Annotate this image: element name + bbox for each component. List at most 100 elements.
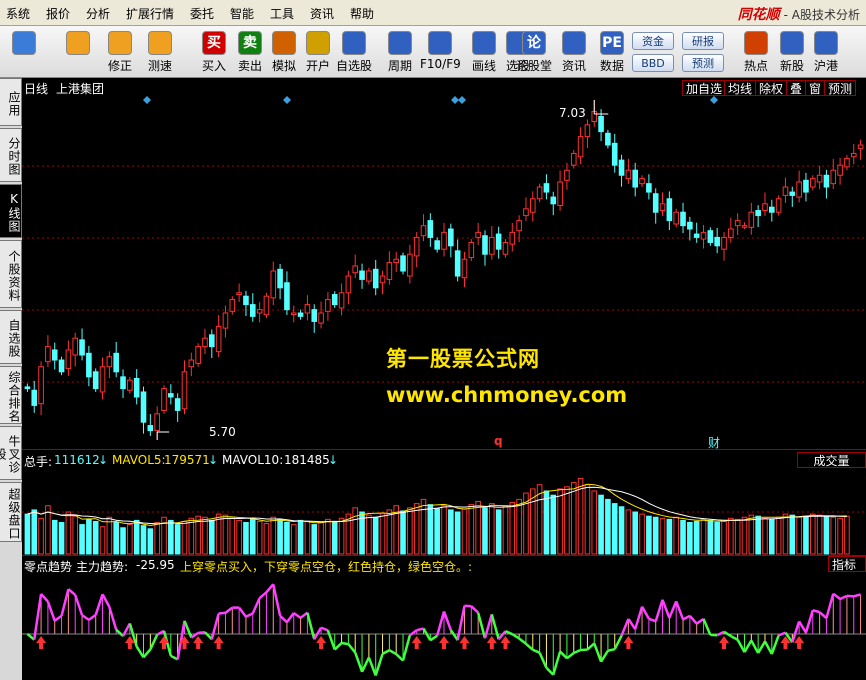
indicator-line [627, 618, 637, 630]
chart-canvas[interactable] [22, 78, 866, 680]
menu-quote[interactable]: 报价 [46, 5, 70, 22]
overlay-button[interactable]: 叠 [786, 80, 807, 96]
volume-bar [120, 527, 126, 555]
sidebar-tab-0[interactable]: 应用 [0, 78, 22, 126]
research-report-button[interactable]: 研报 [682, 32, 724, 50]
hammer-tool-button[interactable]: 模拟 [266, 28, 302, 76]
hk-tool-button[interactable]: 沪港 [808, 28, 844, 76]
pen-tool-button[interactable]: 画线 [466, 28, 502, 76]
buy-arrow-icon [36, 636, 47, 649]
indicator-line [238, 606, 247, 618]
buy-tool-button[interactable]: 买买入 [196, 28, 232, 76]
volume-bar [809, 513, 816, 555]
windows-grid-icon [12, 31, 36, 55]
indicator-line [374, 653, 384, 676]
news-tool-button[interactable]: 资讯 [556, 28, 592, 76]
menu-analysis[interactable]: 分析 [86, 5, 110, 22]
volume-bar [263, 523, 270, 555]
volume-bar [407, 507, 413, 555]
indicator-line [490, 613, 500, 640]
star-folder-tool-button[interactable]: 自选股 [336, 28, 372, 76]
pen-icon [472, 31, 496, 55]
candle-body [290, 312, 297, 316]
candle-body [639, 178, 645, 185]
sell-tool-button[interactable]: 卖卖出 [232, 28, 268, 76]
indicator-line [272, 583, 282, 617]
windows-grid-tool-button[interactable] [6, 28, 42, 76]
up-down-tool-button[interactable]: 修正 [102, 28, 138, 76]
indicator-line [108, 606, 118, 631]
volume-label: 总手: [24, 455, 53, 469]
add-favorite-button[interactable]: 加自选 [682, 80, 727, 96]
forecast-button[interactable]: 预测 [824, 80, 857, 96]
indicator-line [265, 583, 275, 594]
candle-body [509, 231, 516, 245]
candle-body [209, 334, 215, 348]
volume-bar [51, 519, 58, 555]
indicator-line [409, 629, 418, 637]
menu-system[interactable]: 系统 [6, 5, 30, 22]
candle-body [441, 231, 447, 250]
sidebar-tab-6[interactable]: 牛叉诊股 [0, 426, 22, 480]
menu-tools[interactable]: 工具 [270, 5, 294, 22]
volume-bar [202, 516, 208, 555]
menu-bar: 系统 报价 分析 扩展行情 委托 智能 工具 资讯 帮助 同花顺 - A股技术分析 [0, 0, 866, 26]
candle-body [256, 309, 263, 314]
indicator-line [416, 627, 424, 632]
panel-divider-indicator [22, 555, 866, 556]
volume-bar [209, 519, 215, 555]
bbd-button[interactable]: BBD [632, 54, 674, 72]
volume-bar [72, 515, 79, 555]
sidebar-tab-4[interactable]: 自选股 [0, 310, 22, 364]
candle-body [584, 124, 591, 138]
sidebar-tab-3[interactable]: 个股资料 [0, 240, 22, 308]
sidebar-tab-1[interactable]: 分时图 [0, 128, 22, 182]
candle-body [277, 268, 283, 289]
menu-smart[interactable]: 智能 [230, 5, 254, 22]
star-folder-icon [342, 31, 366, 55]
sidebar-tab-2[interactable]: K线图 [0, 184, 22, 238]
volume-bar [680, 519, 686, 555]
menu-extended[interactable]: 扩展行情 [126, 5, 174, 22]
forecast-tool-button[interactable]: 预测 [682, 54, 724, 72]
panel-divider-volume [22, 449, 866, 450]
period-clock-icon [388, 31, 412, 55]
window-button[interactable]: 窗 [805, 80, 826, 96]
candle-body [147, 425, 154, 432]
lun-tool-button[interactable]: 论论股堂 [516, 28, 552, 76]
sidebar-tab-7[interactable]: 超级盘口 [0, 482, 22, 542]
candle-body [366, 270, 372, 282]
back-arrow-tool-button[interactable] [60, 28, 96, 76]
candle-body [809, 178, 816, 188]
fire-tool-button[interactable]: 热点 [738, 28, 774, 76]
volume-bar [700, 518, 707, 555]
info-diamond-icon [143, 96, 151, 104]
clock-tool-button[interactable]: 测速 [142, 28, 178, 76]
volume-panel-button[interactable]: 成交量 [797, 452, 866, 468]
pe-tool-button[interactable]: PE 数据 [594, 28, 630, 76]
candle-body [45, 346, 51, 363]
candle-body [857, 144, 864, 149]
volume-bar [92, 520, 99, 555]
candle-body [168, 393, 174, 398]
lock-tool-button[interactable]: 开户 [300, 28, 336, 76]
candle-body [400, 255, 406, 272]
volume-bar [844, 515, 850, 555]
indicator-line [46, 601, 56, 622]
fund-flow-button[interactable]: 资金 [632, 32, 674, 50]
menu-trade[interactable]: 委托 [190, 5, 214, 22]
period-clock-tool-button[interactable]: 周期 [380, 28, 420, 76]
volume-bar [475, 501, 481, 555]
new-stock-tool-button[interactable]: 新股 [774, 28, 810, 76]
candle-body [830, 169, 837, 185]
sidebar-tab-5[interactable]: 综合排名 [0, 366, 22, 424]
f10-tool-button[interactable]: F10/F9 [420, 28, 461, 76]
menu-help[interactable]: 帮助 [350, 5, 374, 22]
ma-button[interactable]: 均线 [724, 80, 757, 96]
buy-icon: 买 [202, 31, 226, 55]
exright-button[interactable]: 除权 [755, 80, 788, 96]
indicator-help-button[interactable]: 指标说 [828, 556, 866, 572]
menu-news[interactable]: 资讯 [310, 5, 334, 22]
kline-main-area[interactable]: 日线 上港集团 加自选 均线 除权 叠 窗 预测 7.03 5.70 q 财 第… [22, 78, 866, 680]
volume-bar [31, 509, 38, 555]
